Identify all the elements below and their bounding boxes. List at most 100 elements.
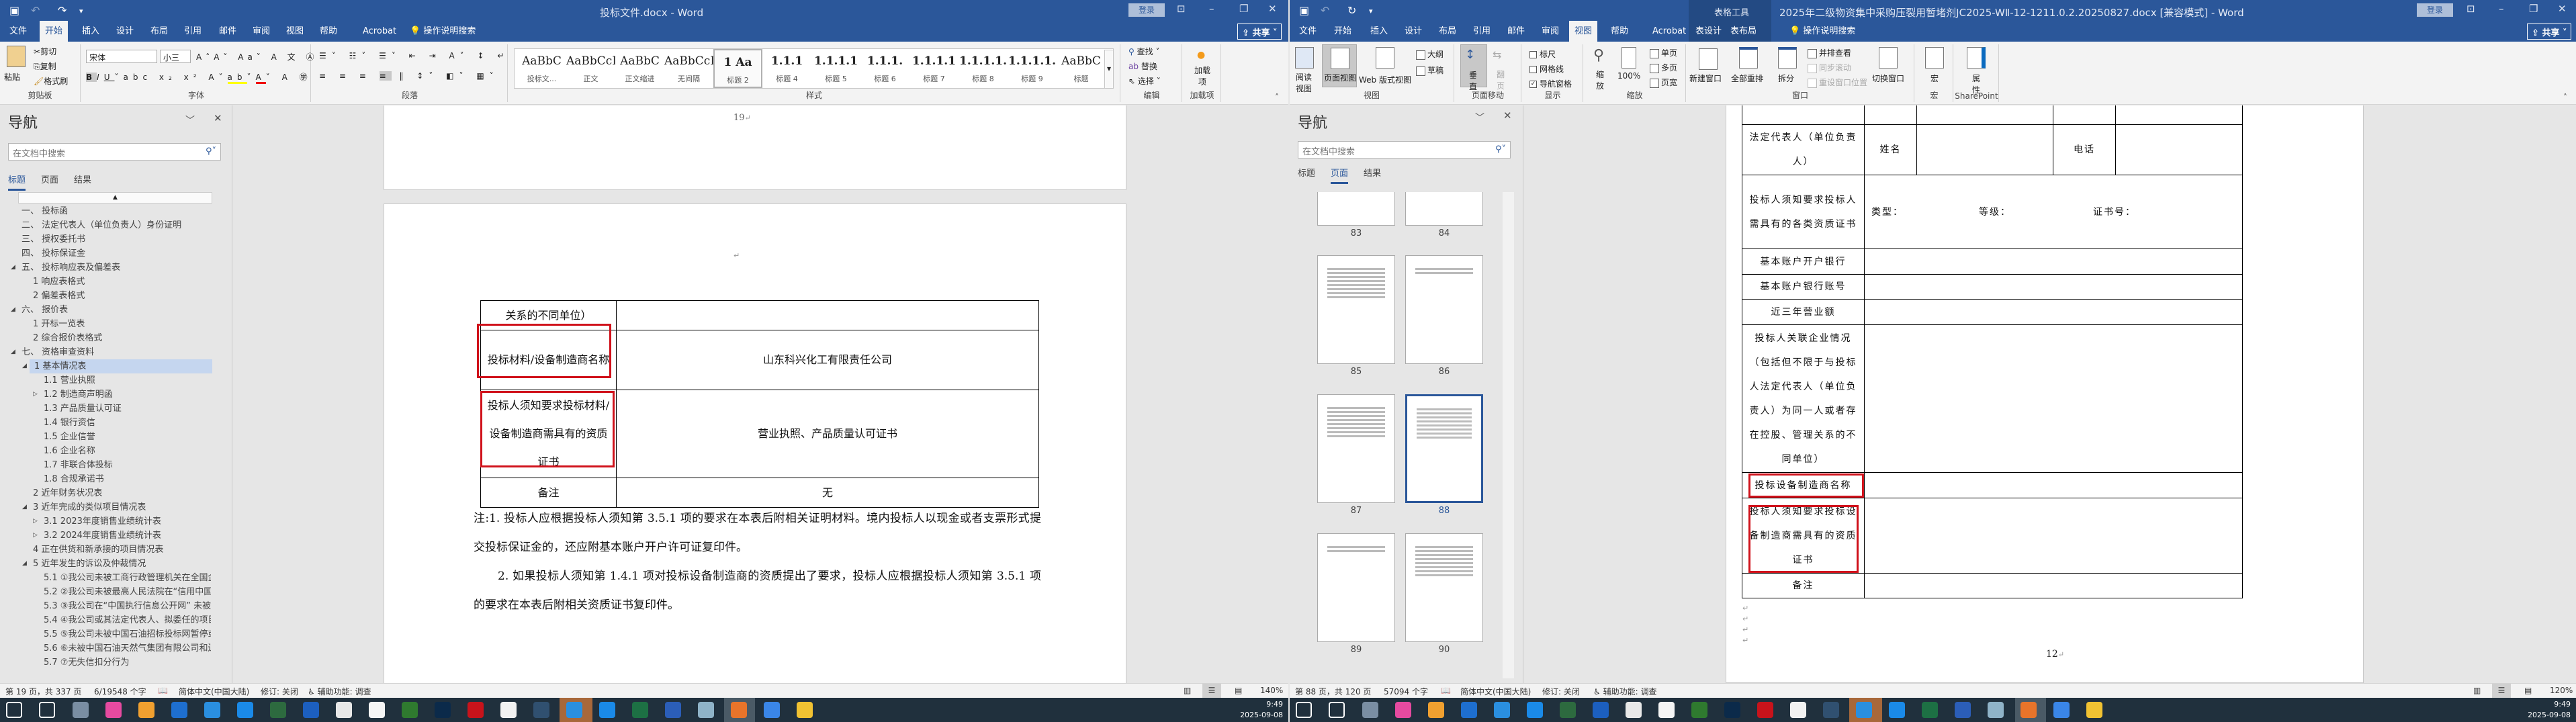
calculator-icon[interactable] xyxy=(1362,702,1378,718)
paste-button[interactable]: 粘贴 xyxy=(4,71,20,83)
nav-heading-item[interactable]: 5 近年发生的诉讼及仲裁情况 xyxy=(32,557,211,571)
nav-close-icon[interactable]: ✕ xyxy=(214,112,222,124)
nav-heading-item[interactable]: 二、 法定代表人（单位负责人）身份证明 xyxy=(20,218,211,232)
share-button[interactable]: ⇪ 共享 ˅ xyxy=(2527,24,2572,40)
zoom-level[interactable]: 140% xyxy=(1260,686,1283,695)
undo-icon[interactable]: ↶ xyxy=(1321,4,1329,17)
select-button[interactable]: ⇖ 选择 ˅ xyxy=(1128,75,1161,87)
language[interactable]: 简体中文(中国大陆) xyxy=(179,686,249,697)
style-item[interactable]: 1.1.1.1. 标题 9 xyxy=(1008,49,1057,88)
vector-app-icon[interactable] xyxy=(402,702,418,718)
excel-icon[interactable] xyxy=(1922,702,1938,718)
nav-heading-item[interactable]: 1.6 企业名称 xyxy=(42,444,211,458)
save-icon[interactable]: ▣ xyxy=(1299,4,1309,17)
paste-icon[interactable] xyxy=(7,46,26,67)
nav-tab-2[interactable]: 结果 xyxy=(1364,166,1381,179)
nav-heading-item[interactable]: 4 正在供货和新承接的项目情况表 xyxy=(32,543,211,557)
tab-8[interactable]: 视图 xyxy=(1569,21,1598,42)
nav-heading-item[interactable]: 三、 授权委托书 xyxy=(20,232,211,246)
page-thumbnail[interactable] xyxy=(1317,255,1395,364)
acrobat-icon[interactable] xyxy=(1757,702,1773,718)
nav-options-chevron-icon[interactable]: ﹀ xyxy=(185,114,195,127)
edge-browser-icon[interactable] xyxy=(1889,702,1905,718)
close-button[interactable]: ✕ xyxy=(2558,3,2567,15)
calculator-icon[interactable] xyxy=(73,702,89,718)
nav-heading-item[interactable]: 2 近年财务状况表 xyxy=(32,486,211,500)
search-icon[interactable] xyxy=(39,702,55,718)
nav-tab-0[interactable]: 标题 xyxy=(8,173,26,191)
tab-5[interactable]: 引用 xyxy=(179,21,207,42)
tab-1[interactable]: 开始 xyxy=(1329,21,1357,42)
minimize-button[interactable]: – xyxy=(2499,3,2504,15)
web-layout-icon[interactable]: ▤ xyxy=(2524,686,2532,695)
photoshop-icon[interactable] xyxy=(1724,702,1740,718)
nav-tab-0[interactable]: 标题 xyxy=(1298,166,1315,179)
alignment-buttons[interactable]: ≡ ≡ ≡ ≡ ‖ ↕˅ ◧˅ ▦˅ xyxy=(319,71,499,81)
track-changes-status[interactable]: 修订: 关闭 xyxy=(1542,686,1580,697)
redo-icon[interactable]: ↷ xyxy=(58,4,66,17)
tell-me-search[interactable]: 💡 操作说明搜索 xyxy=(1784,21,1861,42)
vertical-button[interactable]: ↕ 垂直 xyxy=(1460,44,1487,91)
style-item[interactable]: 1.1.1. 标题 6 xyxy=(860,49,909,88)
accessibility-status[interactable]: ♿ 辅助功能: 调查 xyxy=(308,686,371,697)
share-button[interactable]: ⇪ 共享 ˅ xyxy=(1237,24,1282,40)
nav-tab-1[interactable]: 页面 xyxy=(1331,166,1349,184)
collapse-ribbon-icon[interactable]: ˄ xyxy=(1275,93,1279,102)
outline-button[interactable]: 大纲 xyxy=(1416,48,1444,60)
tab-7[interactable]: 审阅 xyxy=(1536,21,1564,42)
expand-triangle-icon[interactable]: ▷ xyxy=(33,391,38,398)
tab-5[interactable]: 引用 xyxy=(1468,21,1496,42)
expand-triangle-icon[interactable]: ▷ xyxy=(33,532,38,539)
nav-heading-item[interactable]: 1.4 银行资信 xyxy=(42,416,211,430)
accessibility-status[interactable]: ♿ 辅助功能: 调查 xyxy=(1593,686,1656,697)
collapse-triangle-icon[interactable]: ◢ xyxy=(11,349,15,355)
xd-app-icon[interactable] xyxy=(1823,702,1839,718)
page-width-button[interactable]: 页宽 xyxy=(1650,77,1677,88)
dots-app-icon[interactable] xyxy=(1461,702,1477,718)
nav-heading-item[interactable]: 5.7 ⑦无失信扣分行为 xyxy=(42,656,211,670)
web-layout-button[interactable]: Web 版式视图 xyxy=(1359,74,1411,85)
document-app-icon[interactable] xyxy=(1658,702,1675,718)
nav-heading-item[interactable]: 1.2 制造商声明函 xyxy=(42,388,211,402)
qq-icon[interactable] xyxy=(500,702,517,718)
customize-quick-access-icon[interactable]: ▾ xyxy=(1369,7,1373,15)
nav-heading-item[interactable]: 3 近年完成的类似项目情况表 xyxy=(32,500,211,514)
read-mode-icon[interactable]: ▥ xyxy=(2473,686,2481,695)
nav-heading-item[interactable]: 1.3 产品质量认可证 xyxy=(42,402,211,416)
page-thumbnail[interactable] xyxy=(1405,533,1483,642)
collapse-triangle-icon[interactable]: ◢ xyxy=(22,504,27,510)
tencent-meeting-icon[interactable] xyxy=(1494,702,1510,718)
style-item[interactable]: AaBbC 正文缩进 xyxy=(615,49,664,88)
browser-icon[interactable] xyxy=(237,702,253,718)
file-explorer-icon[interactable] xyxy=(797,702,813,718)
proofing-icon[interactable]: 📖 xyxy=(158,686,168,695)
format-painter-button[interactable]: 🖌格式刷 xyxy=(34,75,68,87)
file-explorer-icon[interactable] xyxy=(2086,702,2102,718)
camera-app-icon[interactable] xyxy=(1428,702,1444,718)
tab-3[interactable]: 设计 xyxy=(1399,21,1427,42)
multiple-pages-button[interactable]: 多页 xyxy=(1650,62,1677,73)
new-window-button[interactable]: 新建窗口 xyxy=(1689,73,1722,84)
page-count[interactable]: 第 19 页，共 337 页 xyxy=(5,686,81,697)
nav-heading-item[interactable]: 一、 投标函 xyxy=(20,204,211,218)
minimize-button[interactable]: – xyxy=(1209,3,1214,15)
zoom-level[interactable]: 120% xyxy=(2550,686,2573,695)
font-size-dropdown[interactable]: 小三 xyxy=(160,50,191,63)
redo-icon[interactable]: ↻ xyxy=(1347,4,1356,17)
word-icon[interactable] xyxy=(665,702,681,718)
green-app-icon[interactable] xyxy=(731,702,747,718)
style-item[interactable]: AaBbC 标题 xyxy=(1057,49,1106,88)
collapse-triangle-icon[interactable]: ◢ xyxy=(22,363,27,369)
language[interactable]: 简体中文(中国大陆) xyxy=(1460,686,1531,697)
nav-search-input[interactable]: 在文档中搜索 ⚲˅ xyxy=(1298,141,1511,159)
page-thumbnail[interactable] xyxy=(1317,394,1395,503)
print-layout-icon[interactable]: ☰ xyxy=(1202,684,1221,698)
vpn-app-icon[interactable] xyxy=(270,702,286,718)
tab-7[interactable]: 审阅 xyxy=(247,21,275,42)
save-icon[interactable]: ▣ xyxy=(9,4,19,17)
clock[interactable]: 9:49 2025-09-08 xyxy=(1240,699,1283,721)
expand-triangle-icon[interactable]: ▷ xyxy=(33,518,38,525)
nav-close-icon[interactable]: ✕ xyxy=(1503,109,1512,122)
hundred-percent-button[interactable]: 100% xyxy=(1617,71,1640,81)
camera-app-icon[interactable] xyxy=(138,702,154,718)
